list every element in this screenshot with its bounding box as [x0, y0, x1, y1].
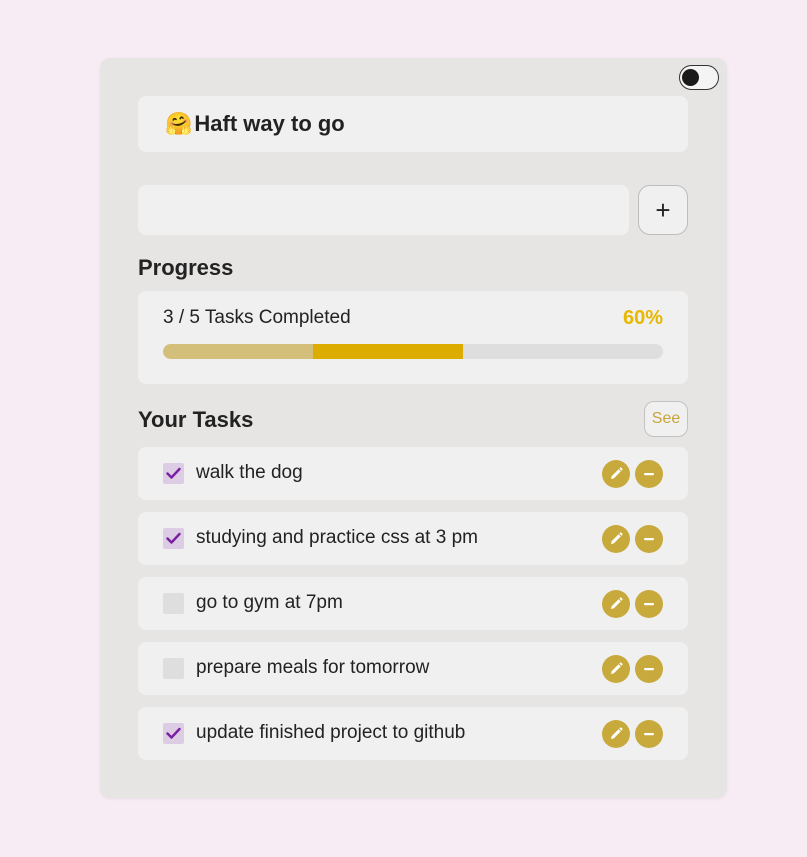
see-all-button[interactable]: See [644, 401, 688, 437]
theme-toggle[interactable] [679, 65, 719, 90]
minus-icon [644, 603, 654, 606]
task-label: prepare meals for tomorrow [196, 657, 430, 678]
progress-card: 3 / 5 Tasks Completed 60% [138, 291, 688, 384]
edit-task-button[interactable] [602, 655, 630, 683]
minus-icon [644, 538, 654, 541]
minus-icon [644, 668, 654, 671]
progress-bar-track [163, 344, 663, 359]
pencil-icon [611, 467, 623, 479]
delete-task-button[interactable] [635, 655, 663, 683]
task-checkbox[interactable] [163, 723, 184, 744]
task-item: studying and practice css at 3 pm [138, 512, 688, 565]
headline-text: Haft way to go [194, 111, 345, 136]
delete-task-button[interactable] [635, 460, 663, 488]
minus-icon [644, 473, 654, 476]
pencil-icon [611, 597, 623, 609]
edit-task-button[interactable] [602, 460, 630, 488]
add-task-button[interactable]: + [638, 185, 688, 235]
delete-task-button[interactable] [635, 590, 663, 618]
edit-task-button[interactable] [602, 720, 630, 748]
task-checkbox[interactable] [163, 463, 184, 484]
task-checkbox[interactable] [163, 658, 184, 679]
progress-bar-segment-dark [313, 344, 463, 359]
pencil-icon [611, 532, 623, 544]
edit-task-button[interactable] [602, 590, 630, 618]
progress-summary: 3 / 5 Tasks Completed [163, 307, 351, 328]
pencil-icon [611, 727, 623, 739]
checkmark-icon [166, 727, 181, 739]
progress-bar-fill [163, 344, 463, 359]
edit-task-button[interactable] [602, 525, 630, 553]
task-label: update finished project to github [196, 722, 466, 743]
progress-heading: Progress [138, 255, 234, 280]
checkmark-icon [166, 467, 181, 479]
new-task-input[interactable] [138, 185, 629, 235]
delete-task-button[interactable] [635, 525, 663, 553]
task-checkbox[interactable] [163, 528, 184, 549]
page-headline: 🤗 Haft way to go [138, 96, 688, 152]
progress-bar-segment-light [163, 344, 313, 359]
toggle-knob [682, 69, 699, 86]
task-item: walk the dog [138, 447, 688, 500]
todo-card: 🤗 Haft way to go + Progress 3 / 5 Tasks … [100, 58, 727, 798]
pencil-icon [611, 662, 623, 674]
task-label: go to gym at 7pm [196, 592, 343, 613]
hug-emoji-icon: 🤗 [165, 111, 193, 136]
progress-percent: 60% [622, 307, 663, 329]
task-checkbox[interactable] [163, 593, 184, 614]
tasks-heading: Your Tasks [138, 407, 254, 432]
task-item: prepare meals for tomorrow [138, 642, 688, 695]
checkmark-icon [166, 532, 181, 544]
task-label: walk the dog [196, 462, 303, 483]
task-item: update finished project to github [138, 707, 688, 760]
task-item: go to gym at 7pm [138, 577, 688, 630]
delete-task-button[interactable] [635, 720, 663, 748]
minus-icon [644, 733, 654, 736]
task-label: studying and practice css at 3 pm [196, 527, 478, 548]
